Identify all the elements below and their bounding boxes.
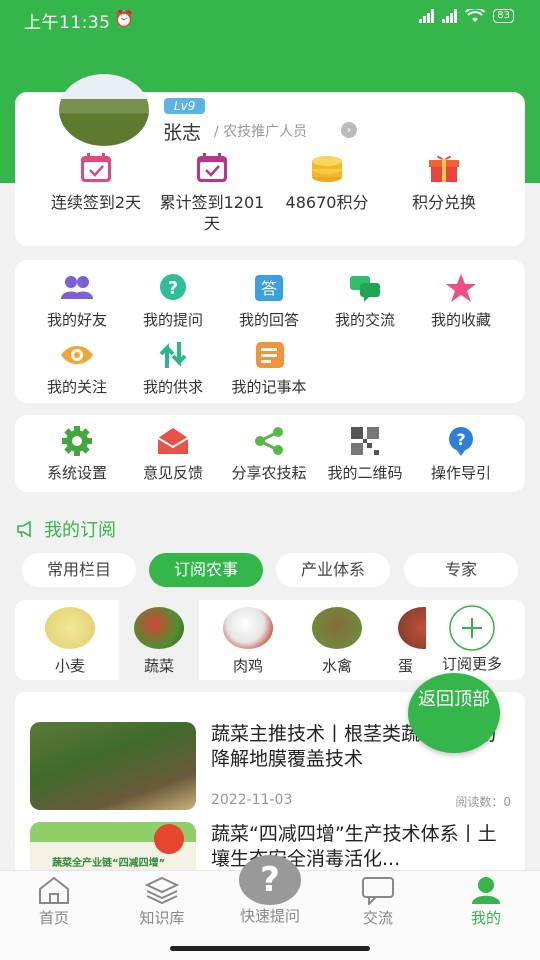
- article-thumbnail-caption: 蔬菜全产业链“四减四增”: [52, 858, 166, 869]
- tab-exchange[interactable]: 交流: [324, 875, 432, 928]
- gift-icon: [429, 155, 459, 182]
- menu-my-follows[interactable]: 我的关注: [29, 340, 125, 397]
- chip-subscribed-farming[interactable]: 订阅农事: [149, 553, 263, 587]
- user-icon: [472, 877, 500, 904]
- home-icon: [39, 876, 69, 904]
- menu-my-favorites[interactable]: 我的收藏: [413, 273, 509, 330]
- chip-experts[interactable]: 专家: [404, 553, 518, 587]
- chat-icon: [350, 276, 380, 302]
- home-indicator: [170, 946, 370, 951]
- menu-my-questions[interactable]: ? 我的提问: [125, 273, 221, 330]
- menu-my-notebook[interactable]: 我的记事本: [221, 340, 317, 397]
- vegetables-image: [134, 607, 184, 649]
- tool-system-settings[interactable]: 系统设置: [29, 426, 125, 483]
- guide-icon: ?: [449, 427, 473, 456]
- stat-total-checkin[interactable]: 累计签到1201天: [152, 152, 272, 234]
- egg-image: [398, 607, 426, 649]
- user-role: / 农技推广人员: [214, 124, 308, 140]
- tools-card: 系统设置 意见反馈 分享农技耘 我的二维码 ? 操作导引: [15, 415, 525, 492]
- stat-consecutive-checkin[interactable]: 连续签到2天: [36, 152, 156, 213]
- question-icon: ?: [160, 274, 186, 300]
- article-read-count: 阅读数：0: [455, 795, 511, 809]
- wifi-icon: [465, 9, 486, 22]
- article-date: 2022-11-03: [211, 792, 293, 808]
- stat-points[interactable]: 48670积分: [267, 152, 387, 213]
- tab-home[interactable]: 首页: [0, 875, 108, 928]
- star-icon: [446, 274, 476, 302]
- alarm-icon: ⏰: [114, 9, 134, 28]
- tab-knowledge-base[interactable]: 知识库: [108, 875, 216, 928]
- chip-industry-system[interactable]: 产业体系: [276, 553, 390, 587]
- coins-icon: [312, 156, 342, 182]
- notebook-icon: [256, 342, 284, 368]
- envelope-icon: [157, 428, 189, 454]
- my-menu-card: 我的好友 ? 我的提问 答 我的回答 我的交流 我的收藏 我的关注 我的供求 我…: [15, 260, 525, 403]
- duck-image: [312, 607, 362, 649]
- subscribe-more-button[interactable]: 订阅更多: [426, 600, 518, 680]
- chevron-right-icon[interactable]: ›: [341, 122, 357, 138]
- question-icon: ?: [260, 860, 280, 900]
- plus-circle-icon: [449, 605, 495, 651]
- category-vegetables[interactable]: 蔬菜: [119, 600, 199, 680]
- svg-text:答: 答: [261, 279, 277, 298]
- user-name: 张志: [163, 122, 202, 144]
- avatar[interactable]: [59, 74, 149, 146]
- calendar-check-icon: [197, 153, 227, 182]
- calendar-check-icon: [81, 153, 111, 182]
- category-egg[interactable]: 蛋: [386, 600, 426, 680]
- chicken-image: [223, 607, 273, 649]
- category-broiler[interactable]: 肉鸡: [208, 600, 288, 680]
- back-to-top-button[interactable]: 返回顶部: [408, 673, 500, 753]
- chip-common-columns[interactable]: 常用栏目: [22, 553, 136, 587]
- qrcode-icon: [351, 427, 379, 455]
- stat-points-exchange[interactable]: 积分兑换: [384, 152, 504, 213]
- tool-share-app[interactable]: 分享农技耘: [221, 426, 317, 483]
- share-icon: [255, 427, 283, 455]
- category-wheat[interactable]: 小麦: [30, 600, 110, 680]
- signal-icon: [419, 9, 435, 23]
- gear-icon: [62, 426, 92, 456]
- megaphone-icon: [17, 520, 31, 538]
- signal-icon: [442, 9, 458, 23]
- article-thumbnail: [30, 722, 196, 810]
- svg-text:?: ?: [456, 430, 465, 449]
- chat-icon: [362, 877, 394, 905]
- menu-my-exchange[interactable]: 我的交流: [317, 273, 413, 330]
- status-bar: 上午11:35 ⏰ 83: [0, 0, 540, 38]
- wheat-image: [45, 607, 95, 649]
- status-time: 上午11:35: [24, 13, 111, 33]
- menu-my-friends[interactable]: 我的好友: [29, 273, 125, 330]
- svg-text:?: ?: [168, 278, 178, 299]
- menu-my-answers[interactable]: 答 我的回答: [221, 273, 317, 330]
- menu-my-supply-demand[interactable]: 我的供求: [125, 340, 221, 397]
- profile-card: Lv9 张志 / 农技推广人员 › 连续签到2天 累计签到1201天 48670…: [15, 74, 525, 246]
- friends-icon: [61, 276, 93, 299]
- battery-icon: 83: [493, 9, 514, 23]
- subscription-title: 我的订阅: [16, 516, 116, 542]
- quick-question-fab[interactable]: ?: [239, 855, 301, 905]
- eye-icon: [61, 346, 93, 364]
- tab-quick-question[interactable]: 快速提问: [216, 905, 324, 926]
- category-strip: 小麦 蔬菜 肉鸡 水禽 蛋 订阅更多: [15, 600, 525, 680]
- tab-mine[interactable]: 我的: [432, 875, 540, 928]
- tool-my-qrcode[interactable]: 我的二维码: [317, 426, 413, 483]
- category-waterfowl[interactable]: 水禽: [297, 600, 377, 680]
- answer-icon: 答: [255, 275, 283, 301]
- layers-icon: [145, 876, 179, 905]
- level-badge: Lv9: [164, 98, 206, 114]
- exchange-arrows-icon: [159, 342, 187, 368]
- tool-guide[interactable]: ? 操作导引: [413, 426, 509, 483]
- tool-feedback[interactable]: 意见反馈: [125, 426, 221, 483]
